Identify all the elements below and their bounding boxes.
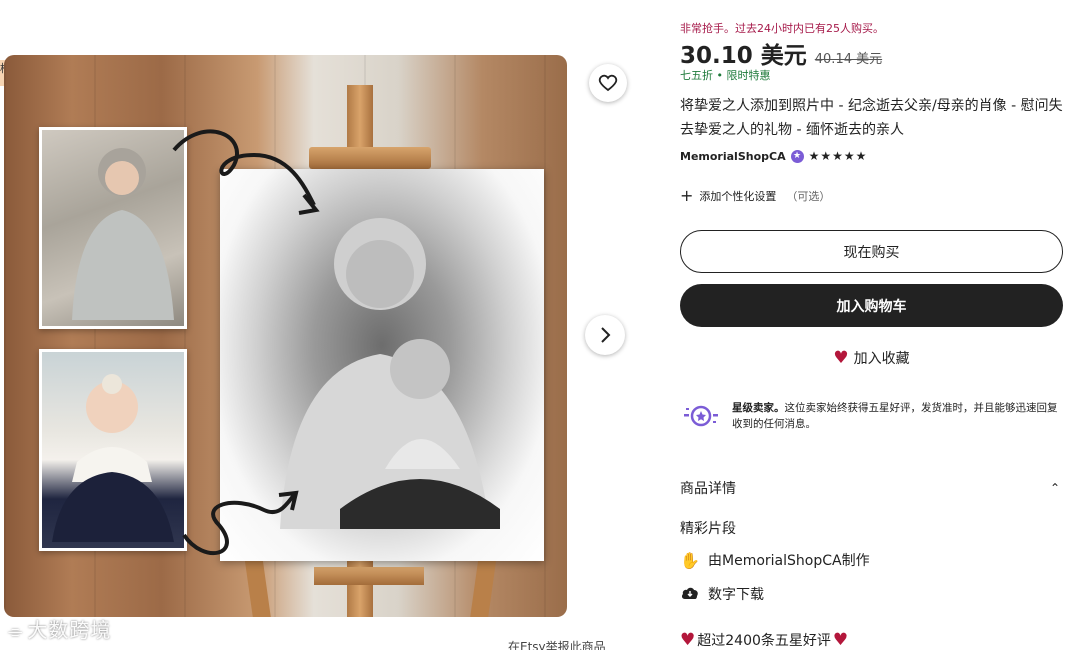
star-seller-text: 星级卖家。这位卖家始终获得五星好评，发货准时，并且能够迅速回复收到的任何消息。 [732,400,1065,432]
heart-left-icon: ♥ [680,630,696,650]
seller-name[interactable]: MemorialShopCA [680,150,786,163]
discount-label: 七五折 • 限时特惠 [680,69,771,82]
highlight-reviews: ♥ 超过2400条五星好评 ♥ [680,630,848,650]
heart-outline-icon [598,74,618,92]
plus-icon: + [680,186,694,205]
personalization-optional: （可选） [786,190,831,203]
original-price: 40.14 美元 [814,52,883,67]
seller-row: MemorialShopCA ★ ★★★★★ [680,149,867,163]
item-details-toggle[interactable]: 商品详情 ⌃ [680,478,1060,498]
add-to-cart-button[interactable]: 加入购物车 [680,284,1063,327]
made-by-text: 由MemorialShopCA制作 [708,553,870,569]
product-image[interactable] [4,55,567,617]
waving-hand-icon: ✋ [680,550,700,570]
heart-right-icon: ♥ [832,630,849,650]
star-seller-title: 星级卖家。 [732,402,785,414]
next-image-button[interactable] [585,315,625,355]
current-price: 30.10 美元 [680,43,807,69]
watermark: ⌯ 大数跨境 [8,618,112,642]
urgency-message: 非常抢手。过去24小时内已有25人购买。 [680,22,884,35]
cloud-download-icon [680,585,700,604]
digital-download-text: 数字下载 [708,587,764,603]
watermark-logo-icon: ⌯ [8,621,24,642]
rating-stars-icon[interactable]: ★★★★★ [809,149,868,163]
add-to-favorites-label: 加入收藏 [853,351,910,367]
favorite-button[interactable] [589,64,627,102]
highlight-made-by: ✋ 由MemorialShopCA制作 [680,550,870,570]
heart-filled-icon: ♥ [833,348,849,368]
add-to-favorites-button[interactable]: ♥ 加入收藏 [680,348,1063,368]
product-title: 将挚爱之人添加到照片中 - 纪念逝去父亲/母亲的肖像 - 慰问失去挚爱之人的礼物… [680,98,1063,138]
star-seller-info: 星级卖家。这位卖家始终获得五星好评，发货准时，并且能够迅速回复收到的任何消息。 [680,400,1065,432]
transform-arrows [172,129,320,555]
price-row: 30.10 美元 40.14 美元 [680,36,882,70]
personalization-label: 添加个性化设置 [699,190,777,203]
highlights-heading: 精彩片段 [680,521,736,537]
chevron-up-icon: ⌃ [1049,481,1060,495]
add-personalization[interactable]: + 添加个性化设置 （可选） [680,188,830,204]
reviews-text: 超过2400条五星好评 [697,633,831,649]
buy-now-button[interactable]: 现在购买 [680,230,1063,273]
highlight-digital-download: 数字下载 [680,584,764,604]
item-details-heading: 商品详情 [680,481,736,497]
report-listing-link[interactable]: 在Etsy举报此商品 [508,638,606,650]
chevron-right-icon [601,327,611,343]
star-seller-badge-icon: ★ [790,149,804,163]
star-seller-icon [680,400,722,432]
